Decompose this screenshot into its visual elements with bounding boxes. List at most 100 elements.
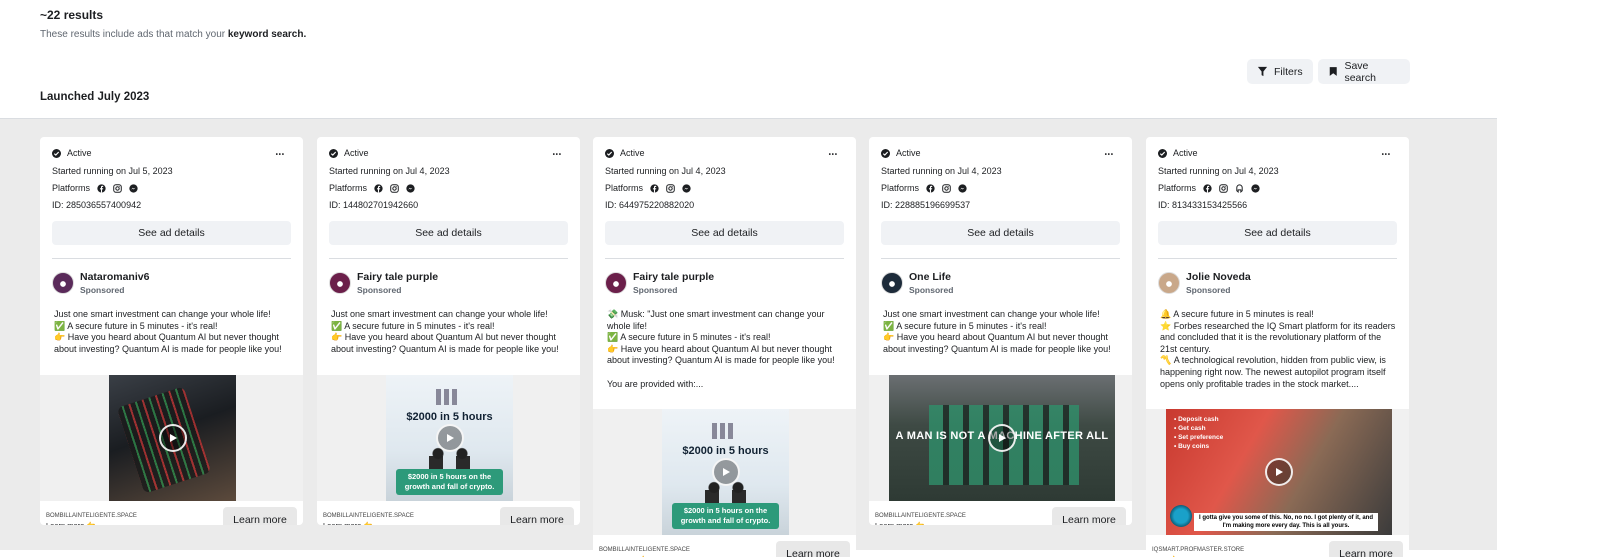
ad-card: Active ••• Started running on Jul 4, 2023 P… [1146, 137, 1409, 557]
globe-logo [1170, 505, 1192, 527]
section-title: Launched July 2023 [40, 91, 150, 103]
avatar [605, 272, 627, 294]
ad-media [40, 375, 303, 501]
learn-more-button[interactable]: Learn more [776, 541, 850, 557]
status-text: Active [620, 148, 645, 158]
status-row: Active [1158, 148, 1198, 158]
filters-button[interactable]: Filters [1247, 59, 1313, 84]
instagram-icon [113, 183, 122, 193]
link-domain[interactable]: IQSMART.PROFMASTER.STORE [1152, 547, 1244, 553]
advertiser-name[interactable]: Jolie Noveda [1186, 271, 1251, 283]
ad-footer: BOMBILLAINTELIGENTE.SPACELearn more 👉Lea… [593, 535, 856, 557]
more-options-icon[interactable]: ••• [829, 152, 838, 158]
platforms-label: Platforms [605, 183, 644, 193]
advertiser-name[interactable]: One Life [909, 271, 953, 283]
ad-body-text: Just one smart investment can change you… [883, 309, 1111, 354]
more-options-icon[interactable]: ••• [1382, 152, 1391, 158]
status-text: Active [1173, 148, 1198, 158]
link-domain[interactable]: BOMBILLAINTELIGENTE.SPACE [46, 513, 137, 519]
play-button-icon[interactable] [988, 424, 1016, 452]
play-button-icon[interactable] [435, 424, 464, 452]
advertiser-name[interactable]: Nataromaniv6 [80, 271, 149, 283]
video-headline: $2000 in 5 hours [682, 445, 769, 457]
check-circle-icon [52, 148, 61, 158]
advertiser-info: Nataromaniv6 Sponsored [80, 271, 149, 295]
avatar [329, 272, 351, 294]
link-domain[interactable]: BOMBILLAINTELIGENTE.SPACE [599, 547, 690, 553]
divider [1158, 258, 1397, 259]
ad-media: $2000 in 5 hours $2000 in 5 hours on the … [317, 375, 580, 501]
more-options-icon[interactable]: ••• [276, 152, 285, 158]
advertiser-name[interactable]: Fairy tale purple [633, 271, 714, 283]
see-ad-details-button[interactable]: See ad details [52, 221, 291, 245]
link-domain[interactable]: BOMBILLAINTELIGENTE.SPACE [875, 513, 966, 519]
messenger-icon [406, 183, 415, 193]
learn-more-button[interactable]: Learn more [1329, 541, 1403, 557]
facebook-icon [97, 183, 106, 193]
filter-icon [1257, 66, 1268, 77]
advertiser[interactable]: Nataromaniv6 Sponsored [52, 271, 149, 295]
play-button-icon[interactable] [711, 458, 740, 486]
started-running: Started running on Jul 4, 2023 [1158, 166, 1279, 176]
advertiser-info: One Life Sponsored [909, 271, 953, 295]
ad-footer: BOMBILLAINTELIGENTE.SPACE Learn more 👉 Lea… [40, 501, 303, 525]
instagram-icon [1219, 183, 1228, 193]
results-count: ~22 results [40, 8, 104, 22]
learn-more-button[interactable]: Learn more [1052, 507, 1126, 525]
ad-media: • Deposit cash • Get cash • Set preferen… [1146, 409, 1409, 535]
started-running: Started running on Jul 4, 2023 [605, 166, 726, 176]
divider [605, 258, 844, 259]
link-cta-text[interactable]: Learn more 👉 [46, 521, 96, 525]
messenger-icon [958, 183, 967, 193]
started-running: Started running on Jul 4, 2023 [329, 166, 450, 176]
started-running: Started running on Jul 5, 2023 [52, 166, 173, 176]
advertiser[interactable]: Fairy tale purple Sponsored [605, 271, 714, 295]
link-domain[interactable]: BOMBILLAINTELIGENTE.SPACE [323, 513, 414, 519]
link-cta-text[interactable]: Learn more 👉 [323, 521, 373, 525]
play-button-icon[interactable] [1265, 458, 1293, 486]
learn-more-button[interactable]: Learn more [500, 507, 574, 525]
status-text: Active [344, 148, 369, 158]
see-ad-details-button[interactable]: See ad details [1158, 221, 1397, 245]
more-options-icon[interactable]: ••• [553, 152, 562, 158]
ad-id: ID: 813433153425566 [1158, 200, 1248, 210]
ad-media: A MAN IS NOT A MACHINE AFTER ALL [869, 375, 1132, 501]
ad-id: ID: 644975220882020 [605, 200, 695, 210]
platforms-row: Platforms [1158, 183, 1263, 193]
ad-body-text: Just one smart investment can change you… [54, 309, 282, 354]
sponsored-label: Sponsored [357, 285, 402, 295]
advertiser-info: Jolie Noveda Sponsored [1186, 271, 1251, 295]
save-search-label: Save search [1344, 59, 1376, 84]
sponsored-label: Sponsored [80, 285, 125, 295]
check-circle-icon [1158, 148, 1167, 158]
filters-label: Filters [1274, 65, 1303, 78]
learn-more-button[interactable]: Learn more [223, 507, 297, 525]
advertiser[interactable]: Jolie Noveda Sponsored [1158, 271, 1251, 295]
link-cta-text[interactable]: Learn more 👉 [875, 521, 925, 525]
started-running: Started running on Jul 4, 2023 [881, 166, 1002, 176]
facebook-icon [926, 183, 935, 193]
check-circle-icon [881, 148, 890, 158]
advertiser[interactable]: One Life Sponsored [881, 271, 953, 295]
play-button-icon[interactable] [158, 424, 187, 452]
more-options-icon[interactable]: ••• [1105, 152, 1114, 158]
see-ad-details-button[interactable]: See ad details [881, 221, 1120, 245]
save-search-button[interactable]: Save search [1318, 59, 1410, 84]
video-tag: $2000 in 5 hours on the growth and fall … [672, 503, 779, 529]
status-text: Active [896, 148, 921, 158]
advertiser[interactable]: Fairy tale purple Sponsored [329, 271, 438, 295]
facebook-icon [1203, 183, 1212, 193]
video-list-overlay: • Deposit cash • Get cash • Set preferen… [1174, 416, 1224, 450]
ad-card: Active ••• Started running on Jul 4, 2023 P… [869, 137, 1132, 525]
platforms-label: Platforms [329, 183, 368, 193]
advertiser-name[interactable]: Fairy tale purple [357, 271, 438, 283]
avatar [1158, 272, 1180, 294]
keyword-search-text: keyword search. [227, 29, 307, 40]
see-ad-details-button[interactable]: See ad details [329, 221, 568, 245]
platforms-row: Platforms [52, 183, 141, 193]
sponsored-label: Sponsored [909, 285, 954, 295]
see-ad-details-button[interactable]: See ad details [605, 221, 844, 245]
platforms-label: Platforms [1158, 183, 1197, 193]
ad-card: Active ••• Started running on Jul 4, 2023 P… [593, 137, 856, 557]
video-tag: $2000 in 5 hours on the growth and fall … [396, 469, 503, 495]
